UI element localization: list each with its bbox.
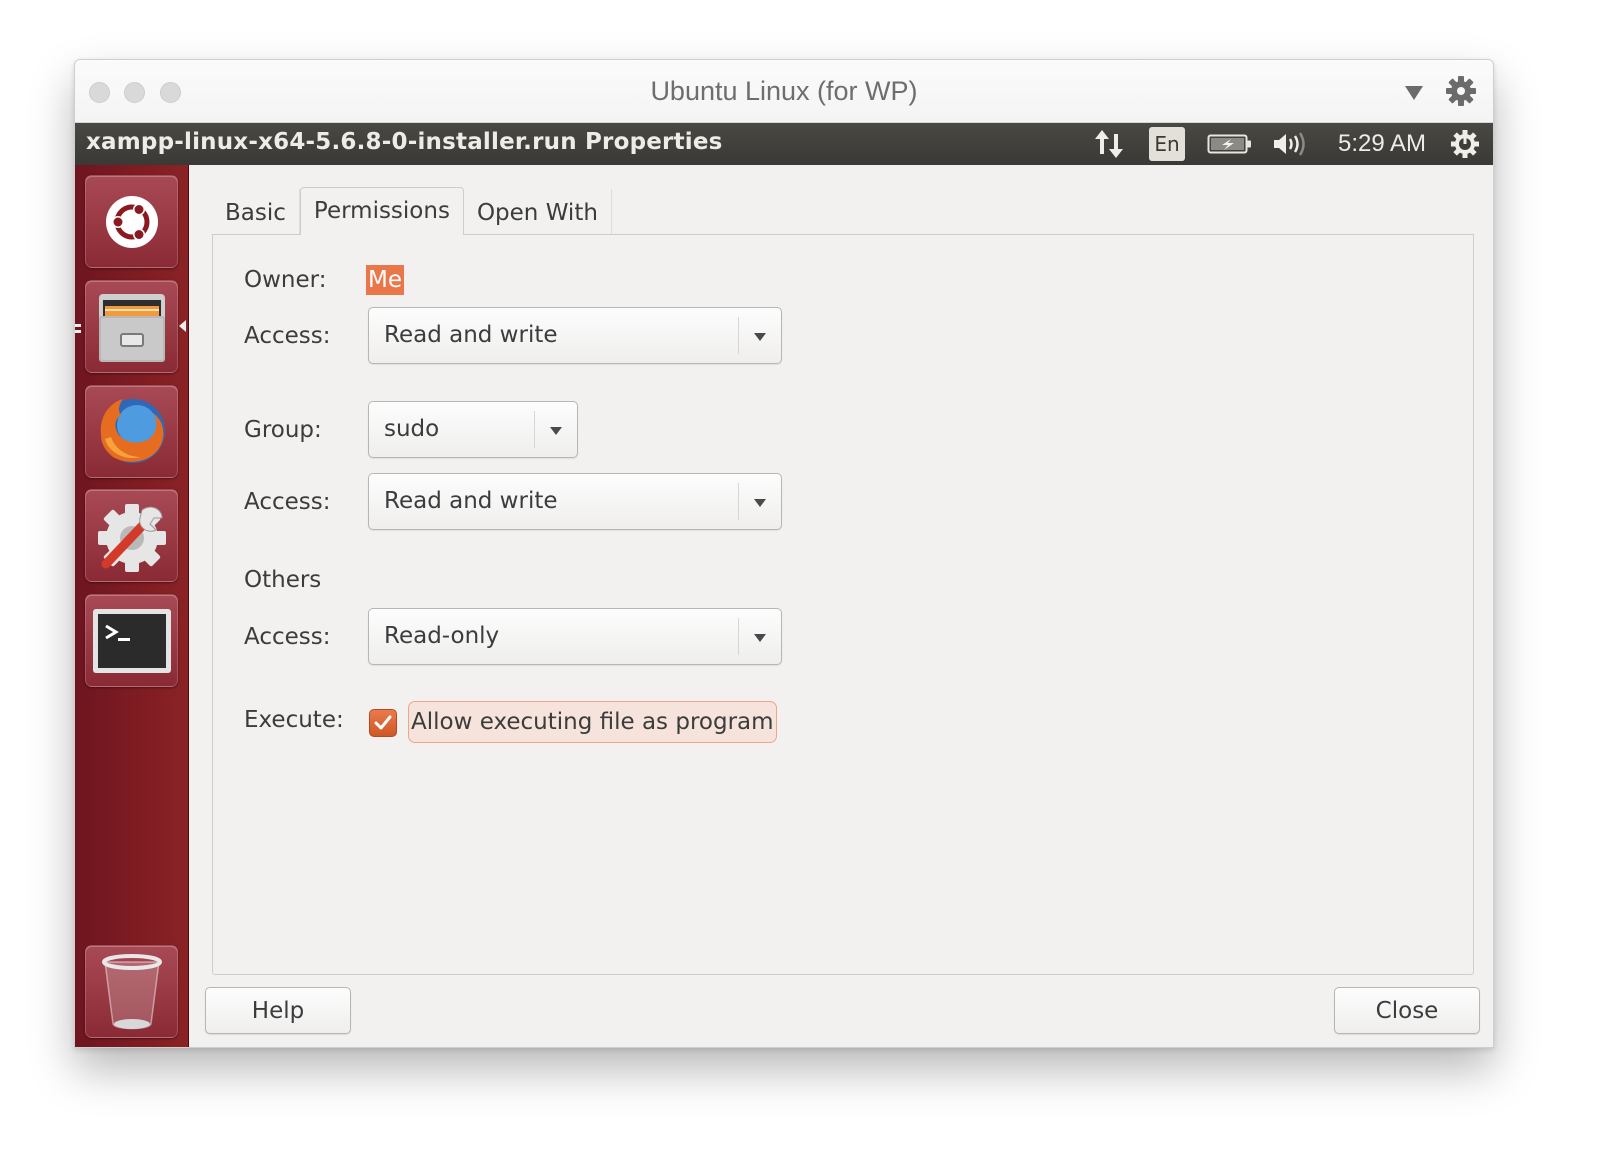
- volume-icon: [1274, 132, 1305, 156]
- group-value: sudo: [384, 416, 440, 442]
- permissions-panel: Owner: Me Access: Read and write Group: …: [212, 234, 1474, 975]
- terminal-icon: [92, 608, 171, 673]
- unity-launcher: [75, 165, 189, 1047]
- owner-access-label: Access:: [244, 323, 331, 349]
- execute-label: Execute:: [244, 707, 344, 733]
- tab-basic[interactable]: Basic: [212, 189, 300, 235]
- power-gear-icon: [1451, 130, 1479, 158]
- help-button[interactable]: Help: [205, 987, 351, 1034]
- group-access-label: Access:: [244, 489, 331, 515]
- combo-separator: [738, 317, 739, 354]
- execute-checkbox[interactable]: [369, 709, 397, 737]
- owner-label: Owner:: [244, 267, 327, 293]
- properties-dialog: Basic Permissions Open With Owner: Me Ac…: [190, 165, 1493, 1047]
- settings-wrench-icon: [97, 503, 166, 572]
- group-select[interactable]: sudo: [368, 401, 578, 458]
- combo-separator: [738, 483, 739, 520]
- dropdown-icon[interactable]: [1405, 86, 1423, 100]
- running-app-pip-icon: [75, 320, 81, 333]
- chevron-down-icon: [550, 427, 562, 435]
- ubuntu-logo-icon: [105, 195, 158, 248]
- firefox-icon: [100, 398, 165, 463]
- file-cabinet-icon: [98, 293, 165, 362]
- network-indicator[interactable]: [1090, 123, 1130, 165]
- owner-access-select[interactable]: Read and write: [368, 307, 782, 364]
- others-access-value: Read-only: [384, 623, 500, 649]
- tab-bar: Basic Permissions Open With: [212, 187, 612, 235]
- combo-separator: [534, 411, 535, 448]
- vm-window-title: Ubuntu Linux (for WP): [650, 76, 918, 106]
- owner-value: Me: [366, 265, 404, 295]
- network-updown-icon: [1095, 130, 1123, 158]
- launcher-item-firefox[interactable]: [85, 385, 178, 478]
- launcher-item-system-settings[interactable]: [85, 489, 178, 582]
- focused-app-arrow-icon: [179, 320, 186, 332]
- group-access-select[interactable]: Read and write: [368, 473, 782, 530]
- launcher-item-dash[interactable]: [85, 175, 178, 268]
- group-label: Group:: [244, 417, 322, 443]
- vm-window: Ubuntu Linux (for WP) xampp-linux-x64-5.…: [74, 59, 1494, 1048]
- keyboard-layout-label: En: [1149, 127, 1185, 161]
- launcher-item-files[interactable]: [85, 280, 178, 373]
- battery-indicator[interactable]: [1205, 123, 1255, 165]
- chevron-down-icon: [754, 634, 766, 642]
- others-label: Others: [244, 567, 322, 593]
- gear-icon[interactable]: [1444, 74, 1478, 108]
- clock[interactable]: 5:29 AM: [1327, 123, 1437, 165]
- checkmark-icon: [374, 715, 392, 730]
- owner-access-value: Read and write: [384, 322, 558, 348]
- trash-icon: [101, 953, 162, 1029]
- session-indicator[interactable]: [1447, 123, 1483, 165]
- tab-open-with[interactable]: Open With: [464, 189, 612, 235]
- launcher-item-trash[interactable]: [85, 945, 178, 1038]
- others-access-select[interactable]: Read-only: [368, 608, 782, 665]
- chevron-down-icon: [754, 499, 766, 507]
- battery-charging-icon: [1207, 134, 1251, 154]
- tab-permissions[interactable]: Permissions: [299, 187, 464, 235]
- window-title: xampp-linux-x64-5.6.8-0-installer.run Pr…: [86, 129, 723, 155]
- combo-separator: [738, 618, 739, 655]
- launcher-item-terminal[interactable]: [85, 594, 178, 687]
- execute-checkbox-label[interactable]: Allow executing file as program: [408, 701, 777, 743]
- chevron-down-icon: [754, 333, 766, 341]
- vm-titlebar[interactable]: Ubuntu Linux (for WP): [75, 60, 1493, 123]
- group-access-value: Read and write: [384, 488, 558, 514]
- close-button[interactable]: Close: [1334, 987, 1480, 1034]
- ubuntu-top-panel: xampp-linux-x64-5.6.8-0-installer.run Pr…: [75, 123, 1493, 165]
- keyboard-layout-indicator[interactable]: En: [1148, 123, 1186, 165]
- volume-indicator[interactable]: [1270, 123, 1310, 165]
- others-access-label: Access:: [244, 624, 331, 650]
